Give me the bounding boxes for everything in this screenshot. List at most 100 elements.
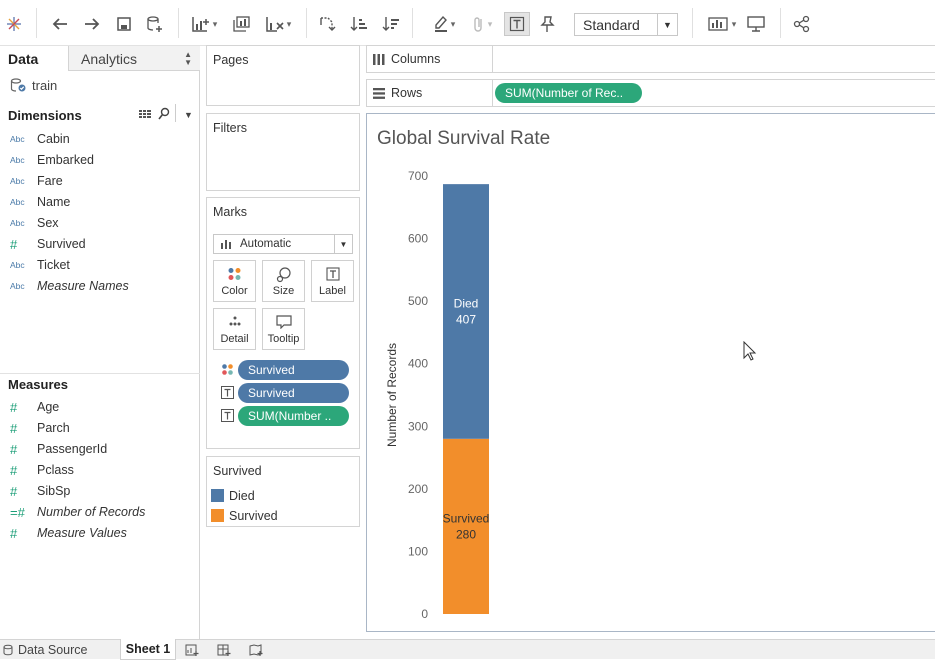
new-worksheet-icon[interactable] <box>185 644 199 657</box>
label-encoding-icon <box>221 386 234 399</box>
fit-select-value: Standard <box>583 16 640 33</box>
measure-field[interactable]: # Pclass <box>10 460 74 480</box>
measure-field[interactable]: # Parch <box>10 418 70 438</box>
numeric-field-icon: # <box>10 483 18 499</box>
mark-type-select[interactable]: Automatic ▼ <box>213 234 353 254</box>
worksheet-view[interactable]: Global Survival Rate 0 100 200 300 400 500 600… <box>366 113 935 632</box>
dimension-field[interactable]: Abc Sex <box>10 213 59 233</box>
datasource-item[interactable]: train <box>10 77 57 93</box>
share-icon[interactable] <box>790 12 814 36</box>
tableau-logo-icon[interactable] <box>4 12 24 36</box>
measure-field-label: Measure Values <box>37 526 127 540</box>
dimensions-menu-icon[interactable]: ▼ <box>184 110 193 120</box>
detail-icon <box>214 315 255 327</box>
view-data-icon[interactable] <box>139 108 151 123</box>
numeric-field-icon: # <box>10 462 18 478</box>
marks-title: Marks <box>213 205 248 219</box>
color-pill[interactable]: Survived <box>238 360 349 380</box>
measure-field[interactable]: =# Number of Records <box>10 502 145 522</box>
bar-chart-icon <box>221 240 231 249</box>
highlight-icon[interactable]: ▾ <box>428 12 460 36</box>
dimension-field-label: Sex <box>37 216 59 230</box>
dimension-field[interactable]: Abc Cabin <box>10 129 70 149</box>
detail-button[interactable]: Detail <box>213 308 256 350</box>
y-tick-label: 700 <box>408 169 428 183</box>
new-worksheet-icon[interactable]: ▾ <box>188 12 220 36</box>
database-icon <box>3 644 13 656</box>
label-encoding-icon <box>221 409 234 422</box>
color-label: Color <box>221 285 248 297</box>
rows-pill-label: SUM(Number of Rec.. <box>505 86 624 100</box>
sheet-tabs-bar: Data Source Sheet 1 <box>0 639 935 660</box>
legend-label-died[interactable]: Died <box>229 489 255 503</box>
clear-sheet-icon[interactable]: ▾ <box>260 12 296 36</box>
sort-ascending-icon[interactable] <box>348 12 370 36</box>
swap-icon[interactable] <box>316 12 338 36</box>
color-button[interactable]: Color <box>213 260 256 302</box>
rows-pill[interactable]: SUM(Number of Rec.. <box>495 83 642 103</box>
show-labels-icon[interactable] <box>504 12 530 36</box>
measure-field[interactable]: # SibSp <box>10 481 70 501</box>
tab-data-source[interactable]: Data Source <box>0 640 87 660</box>
string-field-icon: Abc <box>10 218 25 228</box>
sum-label-pill[interactable]: SUM(Number .. <box>238 406 349 426</box>
pages-card[interactable]: Pages <box>206 45 360 106</box>
tab-sheet-1[interactable]: Sheet 1 <box>120 639 176 660</box>
toolbar: ▾ ▾ ▾ ▾ Standard ▼ ▾ <box>0 0 935 46</box>
bar-segment-died <box>443 184 489 439</box>
dimension-field[interactable]: Abc Embarked <box>10 150 94 170</box>
show-me-icon[interactable]: ▾ <box>704 12 740 36</box>
new-dashboard-icon[interactable] <box>217 644 231 657</box>
columns-shelf[interactable]: Columns <box>366 45 935 73</box>
dimension-field[interactable]: Abc Name <box>10 192 70 212</box>
measure-field[interactable]: # PassengerId <box>10 439 107 459</box>
datasource-icon <box>10 78 26 92</box>
legend-swatch-survived <box>211 509 224 522</box>
filters-card[interactable]: Filters <box>206 113 360 191</box>
numeric-field-icon: # <box>10 441 18 457</box>
dimension-field[interactable]: Abc Ticket <box>10 255 70 275</box>
measure-field[interactable]: # Age <box>10 397 59 417</box>
undo-icon[interactable] <box>50 12 70 36</box>
new-datasource-icon[interactable] <box>144 12 166 36</box>
measure-field-label: Number of Records <box>37 505 146 519</box>
string-field-icon: Abc <box>10 260 25 270</box>
redo-icon[interactable] <box>82 12 102 36</box>
measure-field-label: Age <box>37 400 60 414</box>
data-source-label: Data Source <box>18 643 88 657</box>
presentation-icon[interactable] <box>744 12 768 36</box>
tooltip-button[interactable]: Tooltip <box>262 308 305 350</box>
pin-icon[interactable] <box>536 12 558 36</box>
new-story-icon[interactable] <box>249 644 263 657</box>
legend-label-survived[interactable]: Survived <box>229 509 278 523</box>
y-tick-label: 300 <box>408 419 428 433</box>
y-tick-label: 500 <box>408 294 428 308</box>
size-button[interactable]: Size <box>262 260 305 302</box>
y-tick-label: 100 <box>408 544 428 558</box>
search-icon[interactable] <box>158 107 170 124</box>
measure-field-label: Parch <box>37 421 70 435</box>
label-button[interactable]: Label <box>311 260 354 302</box>
rows-shelf[interactable]: Rows SUM(Number of Rec.. <box>366 79 935 107</box>
legend-swatch-died <box>211 489 224 502</box>
fit-select[interactable]: Standard ▼ <box>574 13 678 36</box>
numeric-field-icon: # <box>10 525 18 541</box>
marks-card: Marks Automatic ▼ Color Size Label Detai… <box>206 197 360 449</box>
dimension-field[interactable]: # Survived <box>10 234 86 254</box>
tab-analytics[interactable]: Analytics ▲ ▼ <box>68 46 200 71</box>
save-icon[interactable] <box>114 12 134 36</box>
legend-title: Survived <box>213 464 262 478</box>
attach-icon[interactable]: ▾ <box>466 12 498 36</box>
mark-type-value: Automatic <box>240 238 292 250</box>
measure-field[interactable]: # Measure Values <box>10 523 127 543</box>
dimension-field[interactable]: Abc Measure Names <box>10 276 129 296</box>
dimension-field-label: Measure Names <box>37 279 129 293</box>
tab-data[interactable]: Data <box>0 46 68 71</box>
sort-descending-icon[interactable] <box>380 12 402 36</box>
numeric-field-icon: # <box>10 420 18 436</box>
duplicate-sheet-icon[interactable] <box>230 12 252 36</box>
label-label: Label <box>319 285 346 297</box>
label-pill[interactable]: Survived <box>238 383 349 403</box>
dimension-field[interactable]: Abc Fare <box>10 171 63 191</box>
numeric-field-icon: # <box>10 236 18 252</box>
